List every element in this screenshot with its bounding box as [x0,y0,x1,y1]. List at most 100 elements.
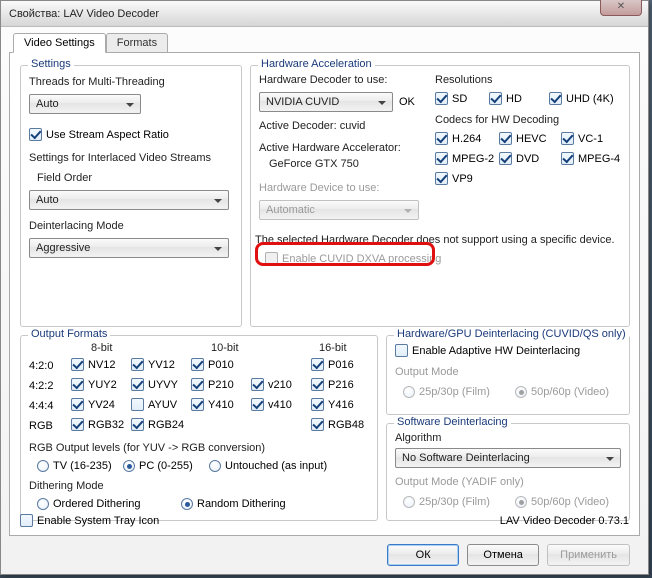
close-button[interactable]: ✕ [600,0,642,16]
fmt-v210-label: v210 [268,379,292,391]
ok-button[interactable]: ОК [387,544,459,566]
swdeint-algo-combo[interactable]: No Software Deinterlacing [395,448,621,468]
tab-formats[interactable]: Formats [106,33,168,53]
hwdeint-outmode-label: Output Mode [395,366,459,378]
group-hw-deint: Hardware/GPU Deinterlacing (CUVID/QS onl… [386,335,630,415]
fmt-p216-checkbox[interactable]: P216 [311,378,371,391]
fmt-p016-checkbox[interactable]: P016 [311,358,371,371]
checkbox-icon [71,358,84,371]
resolutions-label: Resolutions [435,74,492,86]
codec-h264-checkbox[interactable]: H.264 [435,132,481,145]
hw-decoder-combo[interactable]: NVIDIA CUVID [259,92,393,112]
group-sw-deint: Software Deinterlacing Algorithm No Soft… [386,423,630,521]
fmt-p010-checkbox[interactable]: P010 [191,358,251,371]
checkbox-icon [131,418,144,431]
cancel-button[interactable]: Отмена [467,544,539,566]
codec-hevc-checkbox[interactable]: HEVC [499,132,547,145]
res-hd-checkbox[interactable]: HD [489,92,522,105]
fmt-yv12-label: YV12 [148,359,175,371]
fmt-rgb48-checkbox[interactable]: RGB48 [311,418,371,431]
codec-vc1-checkbox[interactable]: VC-1 [561,132,603,145]
fmt-yv24-checkbox[interactable]: YV24 [71,398,131,411]
fmt-v410-checkbox[interactable]: v410 [251,398,311,411]
interlaced-settings-header: Settings for Interlaced Video Streams [29,152,211,164]
dither-random-radio[interactable]: Random Dithering [181,498,286,510]
field-order-value: Auto [36,194,59,206]
checkbox-icon [549,92,562,105]
fmt-uyvy-checkbox[interactable]: UYVY [131,378,191,391]
codec-dvd-checkbox[interactable]: DVD [499,152,539,165]
tab-panel: Settings Threads for Multi-Threading Aut… [9,52,640,536]
col-8bit: 8-bit [91,342,112,354]
fmt-yuy2-checkbox[interactable]: YUY2 [71,378,131,391]
dither-random-label: Random Dithering [197,498,286,510]
footer-version: LAV Video Decoder 0.73.1 [500,515,629,527]
codecs-label: Codecs for HW Decoding [435,114,559,126]
fmt-p216-label: P216 [328,379,354,391]
threads-label: Threads for Multi-Threading [29,76,165,88]
checkbox-icon [435,172,448,185]
rgb-pc-radio[interactable]: PC (0-255) [123,460,193,472]
row-422: 4:2:2 [29,380,53,392]
cancel-label: Отмена [483,549,522,561]
tab-video-settings[interactable]: Video Settings [13,33,106,53]
fmt-uyvy-label: UYVY [148,379,178,391]
group-settings: Settings Threads for Multi-Threading Aut… [20,65,242,327]
fmt-y410-checkbox[interactable]: Y410 [191,398,251,411]
rgb-untouched-label: Untouched (as input) [225,460,327,472]
checkbox-icon [311,418,324,431]
rgb-untouched-radio[interactable]: Untouched (as input) [209,460,327,472]
fmt-yv12-checkbox[interactable]: YV12 [131,358,191,371]
hw-nosupport-text: The selected Hardware Decoder does not s… [255,234,627,246]
fmt-p210-checkbox[interactable]: P210 [191,378,251,391]
checkbox-icon [131,358,144,371]
checkbox-icon [71,378,84,391]
group-output-formats: Output Formats 8-bit 10-bit 16-bit 4:2:0… [20,335,378,521]
ok-label: ОК [416,549,431,561]
field-order-combo[interactable]: Auto [29,190,229,210]
rgb-tv-radio[interactable]: TV (16-235) [37,460,112,472]
threads-combo[interactable]: Auto [29,94,141,114]
group-hwaccel-label: Hardware Acceleration [258,58,375,70]
active-decoder: Active Decoder: cuvid [259,120,365,132]
tray-icon-checkbox[interactable]: Enable System Tray Icon [20,514,159,527]
res-sd-checkbox[interactable]: SD [435,92,467,105]
titlebar: Свойства: LAV Video Decoder ✕ [1,1,648,27]
adaptive-deint-checkbox[interactable]: Enable Adaptive HW Deinterlacing [395,344,580,357]
fmt-ayuv-checkbox[interactable]: AYUV [131,398,191,411]
fmt-nv12-checkbox[interactable]: NV12 [71,358,131,371]
dither-ordered-radio[interactable]: Ordered Dithering [37,498,140,510]
fmt-y416-checkbox[interactable]: Y416 [311,398,371,411]
codec-mpeg2-checkbox[interactable]: MPEG-2 [435,152,494,165]
checkbox-icon [561,152,574,165]
row-420: 4:2:0 [29,360,53,372]
group-hw-deint-label: Hardware/GPU Deinterlacing (CUVID/QS onl… [394,328,629,340]
fmt-rgb24-checkbox[interactable]: RGB24 [131,418,191,431]
fmt-ayuv-label: AYUV [148,399,177,411]
use-stream-ar-checkbox[interactable]: Use Stream Aspect Ratio [29,128,169,141]
rgb-tv-label: TV (16-235) [53,460,112,472]
swdeint-algo-value: No Software Deinterlacing [402,452,530,464]
checkbox-icon [311,358,324,371]
hw-device-value: Automatic [266,204,315,216]
field-order-label: Field Order [37,172,92,184]
fmt-v210-checkbox[interactable]: v210 [251,378,311,391]
codec-vp9-checkbox[interactable]: VP9 [435,172,473,185]
fmt-y410-label: Y410 [208,399,234,411]
res-uhd-checkbox[interactable]: UHD (4K) [549,92,614,105]
deint-mode-combo[interactable]: Aggressive [29,238,229,258]
active-hw-label: Active Hardware Accelerator: [259,142,401,154]
checkbox-icon [29,128,42,141]
dither-ordered-label: Ordered Dithering [53,498,140,510]
codec-vp9-label: VP9 [452,173,473,185]
radio-icon [209,460,221,472]
codec-mpeg4-checkbox[interactable]: MPEG-4 [561,152,620,165]
button-row: ОК Отмена Применить [9,536,640,566]
swdeint-50p-label: 50p/60p (Video) [531,496,609,508]
fmt-yuy2-label: YUY2 [88,379,117,391]
dithering-label: Dithering Mode [29,480,104,492]
hw-decoder-ok: OK [399,96,415,108]
res-uhd-label: UHD (4K) [566,93,614,105]
swdeint-25p-radio: 25p/30p (Film) [403,496,490,508]
fmt-rgb32-checkbox[interactable]: RGB32 [71,418,131,431]
